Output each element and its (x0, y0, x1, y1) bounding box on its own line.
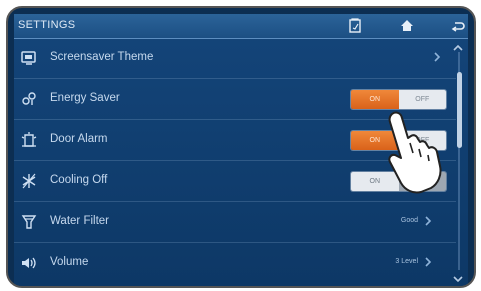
scrollbar-thumb[interactable] (457, 72, 462, 148)
toggle-off-option[interactable]: OFF (398, 90, 446, 109)
chevron-right-icon[interactable] (421, 214, 435, 228)
volume-level: 3 Level (395, 258, 418, 265)
screensaver-icon (20, 49, 38, 67)
home-icon[interactable] (398, 17, 416, 35)
row-label: Water Filter (50, 215, 109, 227)
header-bar: SETTINGS (14, 14, 468, 39)
row-label: Volume (50, 256, 89, 268)
toggle-on-option[interactable]: ON (351, 90, 399, 109)
row-label: Door Alarm (50, 133, 108, 145)
settings-row-water-filter[interactable]: Water Filter Good (14, 202, 456, 243)
water-filter-status: Good (400, 217, 418, 224)
energy-saver-toggle[interactable]: ON OFF (351, 90, 446, 109)
cooling-off-icon (20, 172, 38, 190)
page-title: SETTINGS (18, 19, 76, 31)
chevron-right-icon[interactable] (421, 255, 435, 269)
touch-hand-icon (388, 111, 442, 194)
settings-row-screensaver-theme[interactable]: Screensaver Theme (14, 38, 456, 79)
row-label: Screensaver Theme (50, 51, 154, 63)
settings-row-volume[interactable]: Volume 3 Level (14, 243, 456, 283)
door-alarm-icon (20, 131, 38, 149)
volume-icon (20, 254, 38, 272)
water-filter-icon (20, 213, 38, 231)
scroll-down-icon[interactable] (451, 272, 465, 286)
chevron-right-icon[interactable] (430, 50, 444, 64)
device-bezel: SETTINGS Screensaver Theme Energy Saver … (6, 6, 476, 288)
back-icon[interactable] (449, 17, 467, 35)
row-label: Cooling Off (50, 174, 108, 186)
settings-screen: SETTINGS Screensaver Theme Energy Saver … (14, 14, 468, 286)
clipboard-icon[interactable] (346, 17, 364, 35)
energy-saver-icon (20, 90, 38, 108)
row-label: Energy Saver (50, 92, 120, 104)
